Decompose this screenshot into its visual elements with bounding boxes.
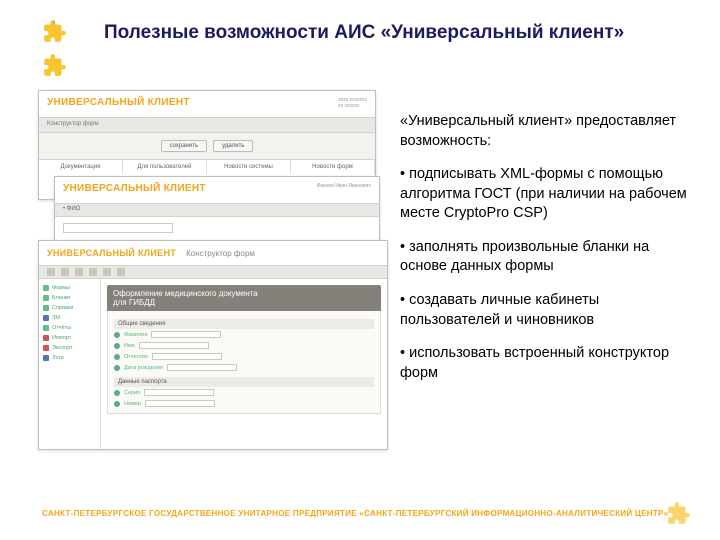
bullet: • заполнять произвольные бланки на основ…	[400, 238, 690, 277]
field-strip: • ФИО	[55, 203, 379, 217]
tool-icon[interactable]	[89, 268, 97, 276]
bullet: • создавать личные кабинеты пользователе…	[400, 291, 690, 330]
bullet: • подписывать XML-формы с помощью алгори…	[400, 165, 690, 224]
app-brand: УНИВЕРСАЛЬНЫЙ КЛИЕНТ	[47, 248, 176, 258]
tab[interactable]: Для пользователей	[123, 160, 207, 174]
tool-icon[interactable]	[47, 268, 55, 276]
form-panel: Оформление медицинского документа для ГИ…	[101, 279, 387, 449]
tab[interactable]: Документация	[39, 160, 123, 174]
sidebar: Формы Бланки Справки ЗМ Отчёты Импорт Эк…	[39, 279, 101, 449]
toolbar	[39, 265, 387, 279]
sidebar-item[interactable]: Справки	[43, 303, 96, 313]
section-header: Общие сведения	[114, 319, 374, 329]
screenshot-3: УНИВЕРСАЛЬНЫЙ КЛИЕНТ Конструктор форм Фо…	[38, 240, 388, 450]
tool-icon[interactable]	[117, 268, 125, 276]
save-button[interactable]: сохранить	[161, 140, 208, 152]
tool-icon[interactable]	[75, 268, 83, 276]
sidebar-item[interactable]: Импорт	[43, 333, 96, 343]
tool-icon[interactable]	[103, 268, 111, 276]
form-field[interactable]: Номер	[114, 398, 374, 409]
app-brand: УНИВЕРСАЛЬНЫЙ КЛИЕНТ	[47, 97, 190, 111]
button-row: сохранить удалить	[39, 133, 375, 159]
tab[interactable]: Новости форм	[291, 160, 375, 174]
tab[interactable]: Новости системы	[207, 160, 291, 174]
form-field[interactable]: Фамилия	[114, 329, 374, 340]
puzzle-icon	[42, 18, 68, 44]
bullet: • использовать встроенный конструктор фо…	[400, 344, 690, 383]
field-body	[55, 217, 379, 239]
panel-title: Оформление медицинского документа для ГИ…	[107, 285, 381, 311]
form-field[interactable]: Имя	[114, 340, 374, 351]
form-field[interactable]: Отчество	[114, 351, 374, 362]
sidebar-item[interactable]: Бланки	[43, 293, 96, 303]
form-field[interactable]: Серия	[114, 387, 374, 398]
puzzle-icon	[42, 52, 68, 78]
tab-bar: Документация Для пользователей Новости с…	[39, 159, 375, 174]
header-meta: Иванов Иван Иванович	[317, 183, 371, 197]
puzzle-icon	[666, 500, 692, 526]
breadcrumb: Конструктор форм	[186, 249, 255, 258]
sidebar-item[interactable]: Формы	[43, 283, 96, 293]
sidebar-item[interactable]: Логи	[43, 353, 96, 363]
sidebar-item[interactable]: Экспорт	[43, 343, 96, 353]
text-column: «Универсальный клиент» предоставляет воз…	[400, 112, 690, 397]
app-brand: УНИВЕРСАЛЬНЫЙ КЛИЕНТ	[63, 183, 206, 197]
lead-text: «Универсальный клиент» предоставляет воз…	[400, 112, 690, 151]
sidebar-item[interactable]: Отчёты	[43, 323, 96, 333]
section-header: Данные паспорта	[114, 377, 374, 387]
form-field[interactable]: Дата рождения	[114, 362, 374, 373]
sidebar-item[interactable]: ЗМ	[43, 313, 96, 323]
tool-icon[interactable]	[61, 268, 69, 276]
subheader: Конструктор форм	[39, 117, 375, 133]
delete-button[interactable]: удалить	[213, 140, 253, 152]
footer-text: САНКТ-ПЕТЕРБУРГСКОЕ ГОСУДАРСТВЕННОЕ УНИТ…	[42, 509, 668, 518]
screenshot-stack: УНИВЕРСАЛЬНЫЙ КЛИЕНТ xxxx xxxxxxxxx xxxx…	[38, 90, 388, 460]
slide-title: Полезные возможности АИС «Универсальный …	[104, 22, 624, 44]
header-meta: xxxx xxxxxxxxx xxxxxx	[338, 97, 367, 111]
